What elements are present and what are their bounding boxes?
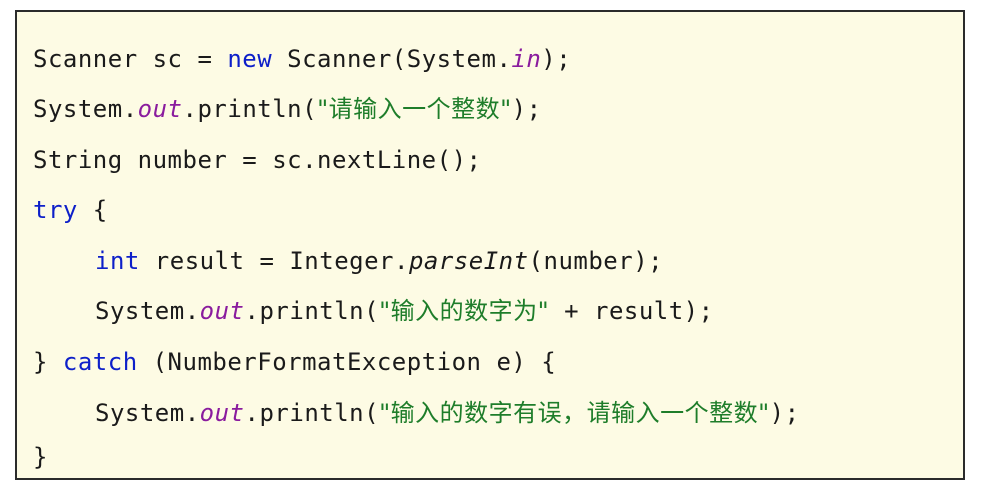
code-text: + result); xyxy=(549,297,714,325)
code-text: ); xyxy=(769,399,800,427)
code-text: (number); xyxy=(528,247,664,275)
code-text: { xyxy=(77,196,108,224)
static-field-out: out xyxy=(137,95,183,123)
code-line-5: int result = Integer.parseInt(number); xyxy=(95,244,663,278)
static-field-in: in xyxy=(511,45,542,73)
code-line-7: } catch (NumberFormatException e) { xyxy=(33,345,556,379)
static-method-parseint: parseInt xyxy=(408,247,529,275)
code-line-3: String number = sc.nextLine(); xyxy=(33,143,481,177)
string-literal: "输入的数字有误，请输入一个整数" xyxy=(379,399,770,427)
code-text: .println( xyxy=(244,399,380,427)
string-literal: "请输入一个整数" xyxy=(317,95,512,123)
code-line-2: System.out.println("请输入一个整数"); xyxy=(33,92,542,126)
static-field-out: out xyxy=(199,297,245,325)
code-line-8: System.out.println("输入的数字有误，请输入一个整数"); xyxy=(95,396,800,430)
code-text: } xyxy=(33,348,63,376)
code-text: String number = sc.nextLine(); xyxy=(33,146,482,174)
code-text: Scanner sc = xyxy=(33,45,228,73)
code-text: (NumberFormatException e) { xyxy=(137,348,557,376)
code-text: ); xyxy=(511,95,542,123)
code-line-6: System.out.println("输入的数字为" + result); xyxy=(95,294,714,328)
code-text: System. xyxy=(33,95,138,123)
code-text: ); xyxy=(541,45,572,73)
static-field-out: out xyxy=(199,399,245,427)
code-line-1: Scanner sc = new Scanner(System.in); xyxy=(33,42,571,76)
keyword-try: try xyxy=(33,196,78,224)
code-text: .println( xyxy=(182,95,318,123)
keyword-catch: catch xyxy=(62,348,138,376)
keyword-new: new xyxy=(227,45,273,73)
code-snippet-box: Scanner sc = new Scanner(System.in); Sys… xyxy=(15,10,965,480)
code-text: System. xyxy=(95,297,200,325)
string-literal: "输入的数字为" xyxy=(379,297,550,325)
code-line-9: } xyxy=(33,440,48,474)
code-line-4: try { xyxy=(33,193,108,227)
code-text: System. xyxy=(95,399,200,427)
code-text: result = Integer. xyxy=(139,247,409,275)
code-text: } xyxy=(33,443,48,471)
code-text: Scanner(System. xyxy=(272,45,512,73)
keyword-int: int xyxy=(95,247,140,275)
code-text: .println( xyxy=(244,297,380,325)
